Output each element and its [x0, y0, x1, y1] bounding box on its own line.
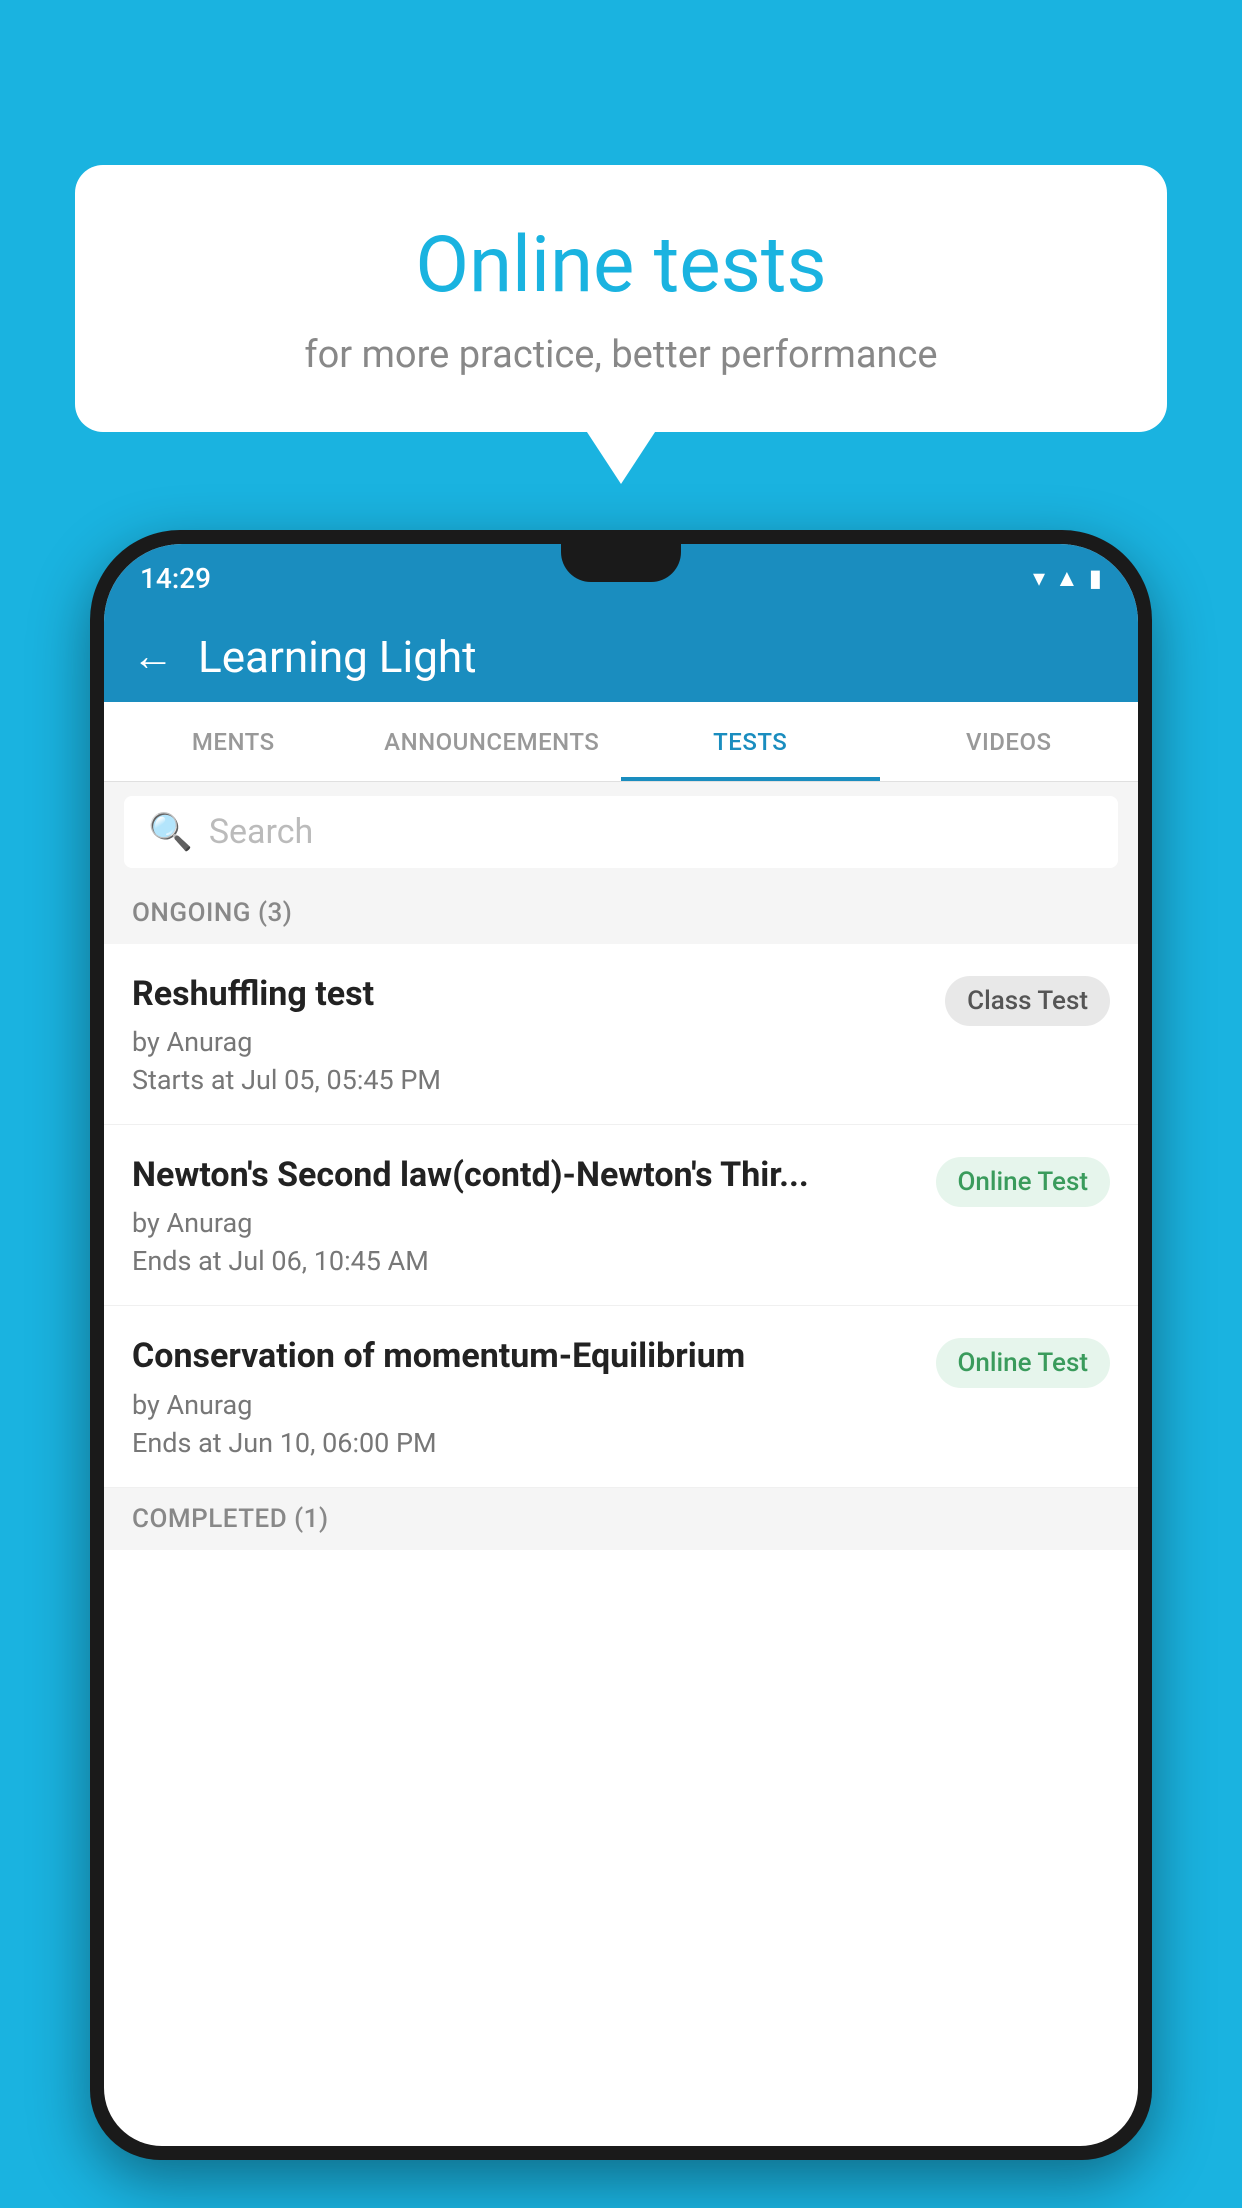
test-date-1: Starts at Jul 05, 05:45 PM — [132, 1064, 929, 1096]
status-time: 14:29 — [140, 562, 211, 595]
completed-section-label: COMPLETED (1) — [104, 1488, 1138, 1550]
battery-icon: ▮ — [1089, 564, 1102, 592]
search-bar-wrap: 🔍 Search — [104, 782, 1138, 882]
tabs-bar: MENTS ANNOUNCEMENTS TESTS VIDEOS — [104, 702, 1138, 782]
bubble-subtitle: for more practice, better performance — [135, 333, 1107, 377]
wifi-icon: ▾ — [1033, 564, 1045, 592]
tab-videos[interactable]: VIDEOS — [880, 702, 1139, 781]
test-info-3: Conservation of momentum-Equilibrium by … — [132, 1334, 920, 1458]
test-date-2: Ends at Jul 06, 10:45 AM — [132, 1245, 920, 1277]
phone-mockup: 14:29 ▾ ▲ ▮ ← Learning Light MENTS A — [90, 530, 1152, 2208]
signal-icon: ▲ — [1055, 564, 1079, 593]
speech-bubble: Online tests for more practice, better p… — [75, 165, 1167, 432]
phone-outer: 14:29 ▾ ▲ ▮ ← Learning Light MENTS A — [90, 530, 1152, 2160]
test-info-2: Newton's Second law(contd)-Newton's Thir… — [132, 1153, 920, 1277]
test-name-3: Conservation of momentum-Equilibrium — [132, 1334, 920, 1378]
test-badge-1: Class Test — [945, 976, 1110, 1026]
test-name-1: Reshuffling test — [132, 972, 929, 1016]
test-item-1[interactable]: Reshuffling test by Anurag Starts at Jul… — [104, 944, 1138, 1125]
tab-tests[interactable]: TESTS — [621, 702, 880, 781]
bubble-title: Online tests — [135, 220, 1107, 311]
test-badge-2: Online Test — [936, 1157, 1111, 1207]
status-bar: 14:29 ▾ ▲ ▮ — [104, 544, 1138, 612]
back-button[interactable]: ← — [132, 636, 174, 678]
tab-announcements[interactable]: ANNOUNCEMENTS — [363, 702, 622, 781]
search-placeholder: Search — [209, 812, 313, 852]
test-name-2: Newton's Second law(contd)-Newton's Thir… — [132, 1153, 920, 1197]
test-badge-3: Online Test — [936, 1338, 1111, 1388]
notch — [561, 544, 681, 582]
test-item-2[interactable]: Newton's Second law(contd)-Newton's Thir… — [104, 1125, 1138, 1306]
test-by-3: by Anurag — [132, 1389, 920, 1421]
status-icons: ▾ ▲ ▮ — [1033, 564, 1102, 593]
phone-screen: 14:29 ▾ ▲ ▮ ← Learning Light MENTS A — [104, 544, 1138, 2146]
app-header: ← Learning Light — [104, 612, 1138, 702]
test-info-1: Reshuffling test by Anurag Starts at Jul… — [132, 972, 929, 1096]
tab-ments[interactable]: MENTS — [104, 702, 363, 781]
search-icon: 🔍 — [148, 811, 193, 853]
app-title: Learning Light — [198, 631, 477, 683]
ongoing-section-label: ONGOING (3) — [104, 882, 1138, 944]
test-list: Reshuffling test by Anurag Starts at Jul… — [104, 944, 1138, 1488]
test-date-3: Ends at Jun 10, 06:00 PM — [132, 1427, 920, 1459]
search-bar[interactable]: 🔍 Search — [124, 796, 1118, 868]
test-by-1: by Anurag — [132, 1026, 929, 1058]
test-by-2: by Anurag — [132, 1207, 920, 1239]
test-item-3[interactable]: Conservation of momentum-Equilibrium by … — [104, 1306, 1138, 1487]
